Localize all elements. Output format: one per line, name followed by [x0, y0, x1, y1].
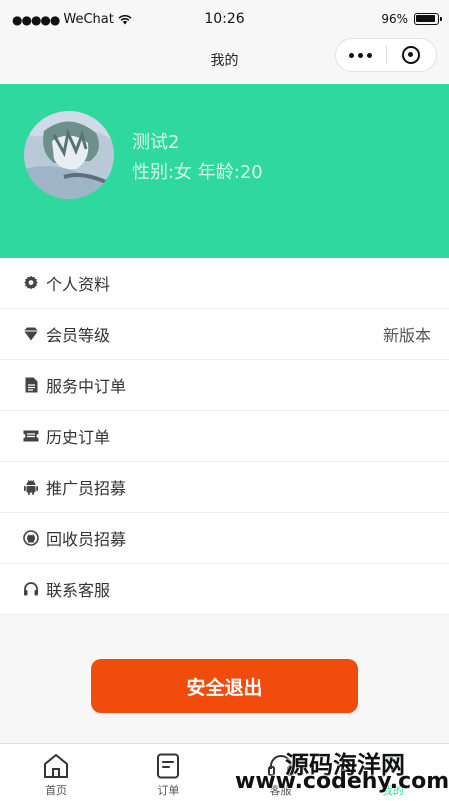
miniprogram-capsule	[335, 38, 437, 72]
menu-item-label: 服务中订单	[46, 377, 127, 396]
navigation-bar: 我的	[0, 32, 449, 84]
more-dot-icon	[349, 52, 355, 58]
user-icon	[379, 752, 407, 780]
status-bar: ●●●●● WeChat 10:26 96%	[0, 8, 449, 32]
headset-icon	[267, 752, 295, 780]
user-gender-age: 性别:女 年龄:20	[132, 162, 263, 183]
logout-button[interactable]: 安全退出	[91, 659, 358, 713]
battery-percent: 96%	[381, 12, 408, 26]
tab-label: 订单	[157, 784, 180, 797]
tab-bar: 首页 订单 客服 我的	[0, 743, 449, 801]
profile-header: 测试2 性别:女 年龄:20	[0, 84, 449, 258]
menu-item-customer-service[interactable]: 联系客服	[0, 564, 449, 615]
menu-item-order-history[interactable]: 历史订单	[0, 411, 449, 462]
more-dot-icon	[367, 52, 373, 58]
menu-item-active-orders[interactable]: 服务中订单	[0, 360, 449, 411]
avatar[interactable]	[24, 111, 114, 199]
user-name: 测试2	[132, 132, 180, 153]
gear-icon	[22, 274, 40, 292]
menu-item-label: 历史订单	[46, 428, 111, 447]
tab-label: 我的	[381, 784, 404, 797]
more-button[interactable]	[336, 52, 386, 58]
tab-label: 首页	[45, 784, 68, 797]
menu-item-profile[interactable]: 个人资料	[0, 258, 449, 309]
menu-item-label: 回收员招募	[46, 530, 127, 549]
menu-item-label: 联系客服	[46, 581, 111, 600]
close-target-icon	[402, 46, 421, 64]
tab-orders[interactable]: 订单	[112, 744, 224, 801]
document-icon	[22, 376, 40, 394]
tab-mine[interactable]: 我的	[337, 744, 449, 801]
tab-home[interactable]: 首页	[0, 744, 112, 801]
settings-menu: 个人资料 会员等级 新版本 服务中订单 历史订单 推广员招募 回收员招募 联系客…	[0, 258, 449, 615]
membership-version: 新版本	[382, 326, 431, 345]
tab-customer-service[interactable]: 客服	[225, 744, 337, 801]
more-dot-icon	[358, 52, 364, 58]
battery-icon	[414, 13, 442, 25]
menu-item-label: 个人资料	[46, 275, 111, 294]
phone-screen: ●●●●● WeChat 10:26 96% 我的 测试2 性别:女 年龄:20…	[0, 0, 449, 801]
menu-item-label: 推广员招募	[46, 479, 127, 498]
battery-group: 96%	[381, 12, 442, 26]
order-icon	[154, 752, 182, 780]
diamond-icon	[22, 325, 40, 343]
android-icon	[22, 478, 40, 496]
menu-item-label: 会员等级	[46, 326, 111, 345]
close-button[interactable]	[386, 46, 436, 64]
menu-item-promoter-recruit[interactable]: 推广员招募	[0, 462, 449, 513]
ticket-icon	[22, 427, 40, 445]
tab-label: 客服	[269, 784, 292, 797]
github-icon	[22, 529, 40, 547]
headset-icon	[22, 580, 40, 598]
home-icon	[42, 752, 70, 780]
menu-item-membership[interactable]: 会员等级 新版本	[0, 309, 449, 360]
menu-item-collector-recruit[interactable]: 回收员招募	[0, 513, 449, 564]
